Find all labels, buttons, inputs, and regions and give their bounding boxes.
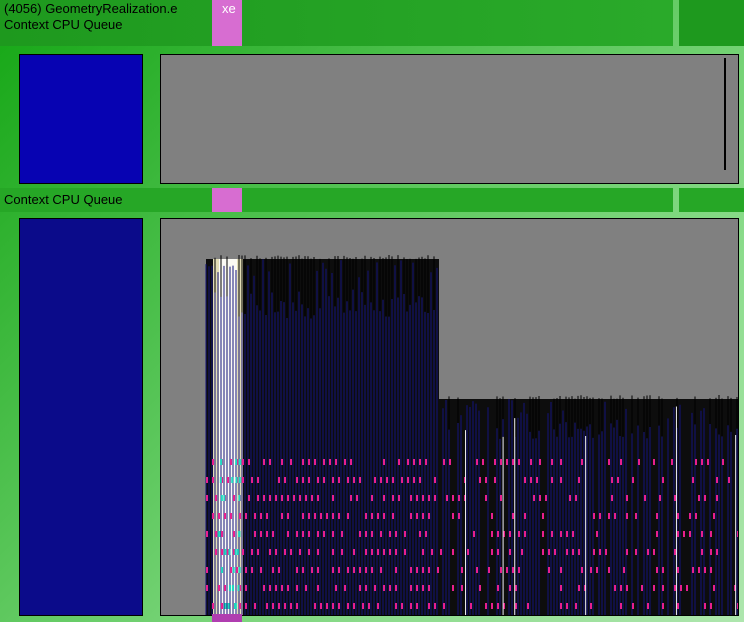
process-header: (4056) GeometryRealization.e xe Context … bbox=[0, 0, 744, 46]
row-label-1: Context CPU Queue bbox=[4, 192, 123, 207]
playhead-mid[interactable] bbox=[212, 188, 242, 212]
process-title: (4056) GeometryRealization.e bbox=[4, 1, 177, 16]
timeline-viz bbox=[161, 219, 738, 615]
playhead-bottom[interactable] bbox=[212, 614, 242, 622]
timeline-panel-0[interactable] bbox=[160, 54, 739, 184]
event-marker bbox=[724, 58, 726, 170]
queue-thumbnail-1[interactable] bbox=[19, 218, 143, 616]
header-bar-right[interactable] bbox=[679, 0, 744, 46]
process-title-ext: xe bbox=[222, 1, 236, 16]
queue-row-header-1: Context CPU Queue bbox=[0, 188, 744, 212]
queue-row-0 bbox=[0, 46, 744, 188]
row-label-0: Context CPU Queue bbox=[4, 17, 123, 32]
row1-bar-right[interactable] bbox=[679, 188, 744, 212]
profiler-root: (4056) GeometryRealization.e xe Context … bbox=[0, 0, 744, 622]
queue-thumbnail-0[interactable] bbox=[19, 54, 143, 184]
timeline-panel-1[interactable] bbox=[160, 218, 739, 616]
